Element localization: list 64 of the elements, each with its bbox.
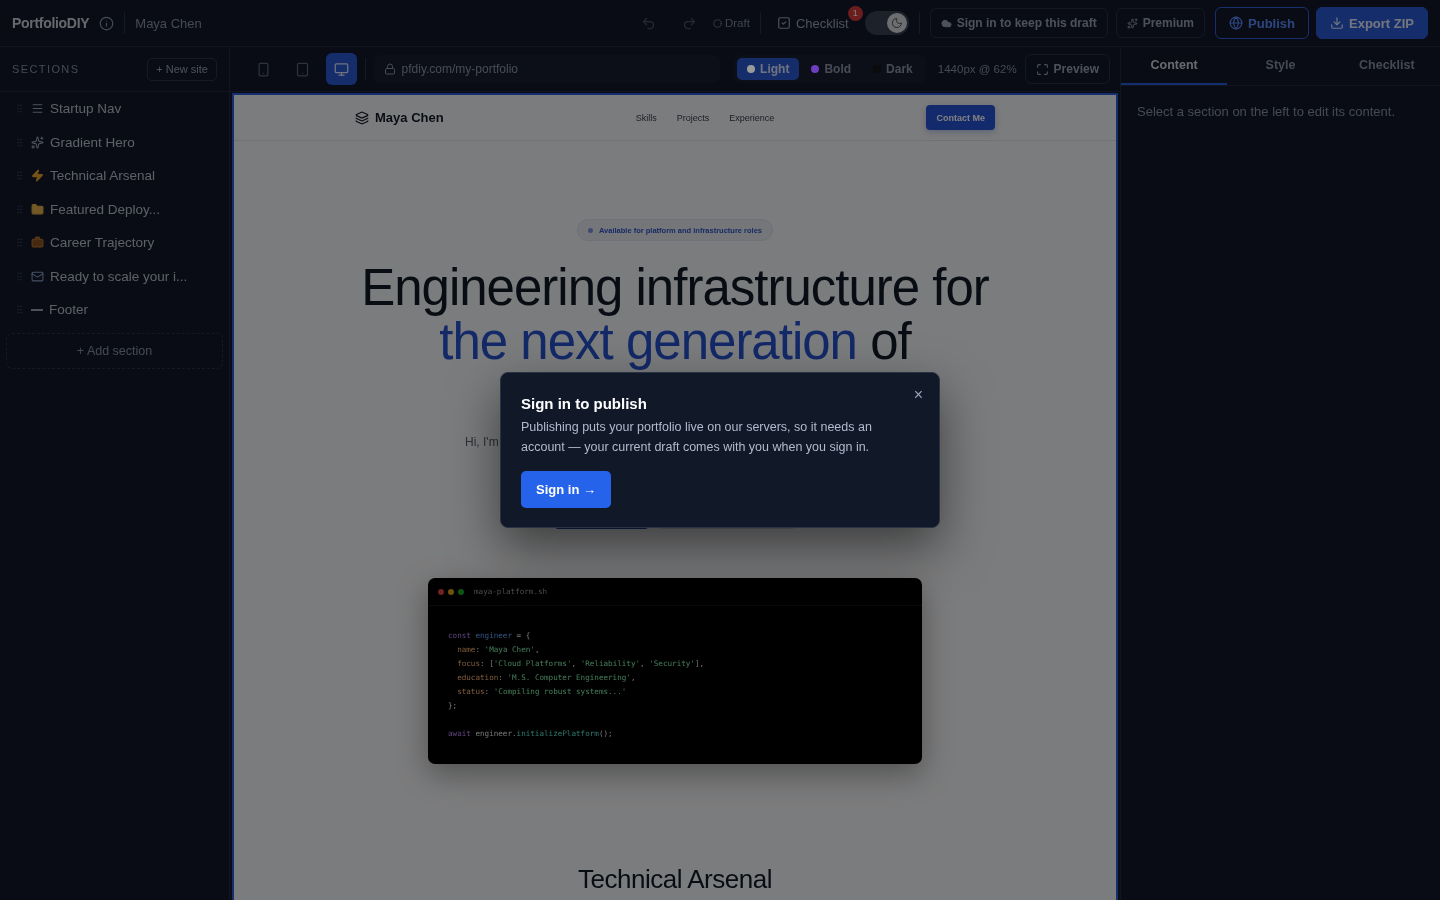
section-item[interactable]: Startup Nav [6,92,223,126]
count-badge: 1 [847,5,863,21]
section-item[interactable]: Footer [6,293,223,327]
tablet-icon [294,61,310,77]
export-button[interactable]: Export ZIP [1316,7,1428,39]
hero-title: Engineering infrastructure for the next generation of [361,261,989,369]
lightning-icon [31,169,44,183]
download-icon [1330,16,1344,30]
section-item[interactable]: Career Trajectory [6,226,223,260]
phone-icon [255,61,271,77]
globe-icon [1229,16,1244,30]
undo-button[interactable] [641,15,656,31]
theme-tab[interactable]: Light [737,58,800,80]
site-name: Maya Chen [135,15,202,31]
redo-button[interactable] [682,15,697,31]
nav-link[interactable]: Experience [729,112,775,123]
cloud-icon [940,17,952,29]
checkbox-icon [776,16,791,30]
sparkle-icon [31,135,44,149]
brand-name: PortfolioDIY [12,15,90,31]
folder-icon [31,202,44,216]
panel-tab[interactable]: Content [1121,47,1228,85]
section-item[interactable]: Technical Arsenal [6,159,223,193]
section-item[interactable]: Gradient Hero [6,125,223,159]
nav-link[interactable]: Projects [676,112,710,123]
expand-icon [1035,62,1049,76]
sparkle-icon [1126,17,1138,29]
hero-intro: Hi, I'm [465,435,499,449]
viewport-size: 1440px @ 62% [937,63,1017,75]
theme-tab[interactable]: Bold [801,58,862,80]
sidebar-heading: SECTIONS [12,63,80,75]
moon-icon [890,17,903,29]
sign-in-prompt-button[interactable]: Sign in to keep this draft [929,8,1108,38]
draft-status: Draft [713,17,750,29]
lock-icon [383,63,396,75]
sign-in-button[interactable]: Sign in → [521,471,611,508]
nav-link[interactable]: Skills [635,112,657,123]
layers-icon [355,110,369,125]
url-field[interactable]: pfdiy.com/my-portfolio [373,55,721,83]
premium-button[interactable]: Premium [1115,8,1206,38]
mail-icon [31,269,44,283]
monitor-icon [333,61,349,77]
section-item[interactable]: Ready to scale your i... [6,259,223,293]
theme-tab[interactable]: Dark [863,58,923,80]
panel-tab[interactable]: Style [1227,47,1334,85]
panel-hint: Select a section on the left to edit its content. [1137,104,1396,119]
device-button[interactable] [325,53,357,85]
dash-icon [31,309,43,311]
section-title: Technical Arsenal [578,864,772,895]
add-section-button[interactable]: + Add section [6,332,223,369]
dialog-text: Publishing puts your portfolio live on our servers, so it needs an account — your current draft comes with you when you sign in. [521,419,873,456]
dark-mode-toggle[interactable] [864,11,909,35]
publish-button[interactable]: Publish [1215,7,1309,39]
dialog-title: Sign in to publish [521,395,648,412]
info-icon[interactable] [99,15,115,31]
contact-button[interactable]: Contact Me [926,105,995,130]
preview-brand: Maya Chen [355,110,444,125]
new-site-button[interactable]: + New site [147,57,217,81]
briefcase-icon [31,236,44,250]
close-button[interactable]: × [913,386,923,404]
panel-tab[interactable]: Checklist [1333,47,1440,85]
section-item[interactable]: Featured Deploy... [6,192,223,226]
menu-icon [31,102,44,116]
preview-button[interactable]: Preview [1024,54,1110,84]
